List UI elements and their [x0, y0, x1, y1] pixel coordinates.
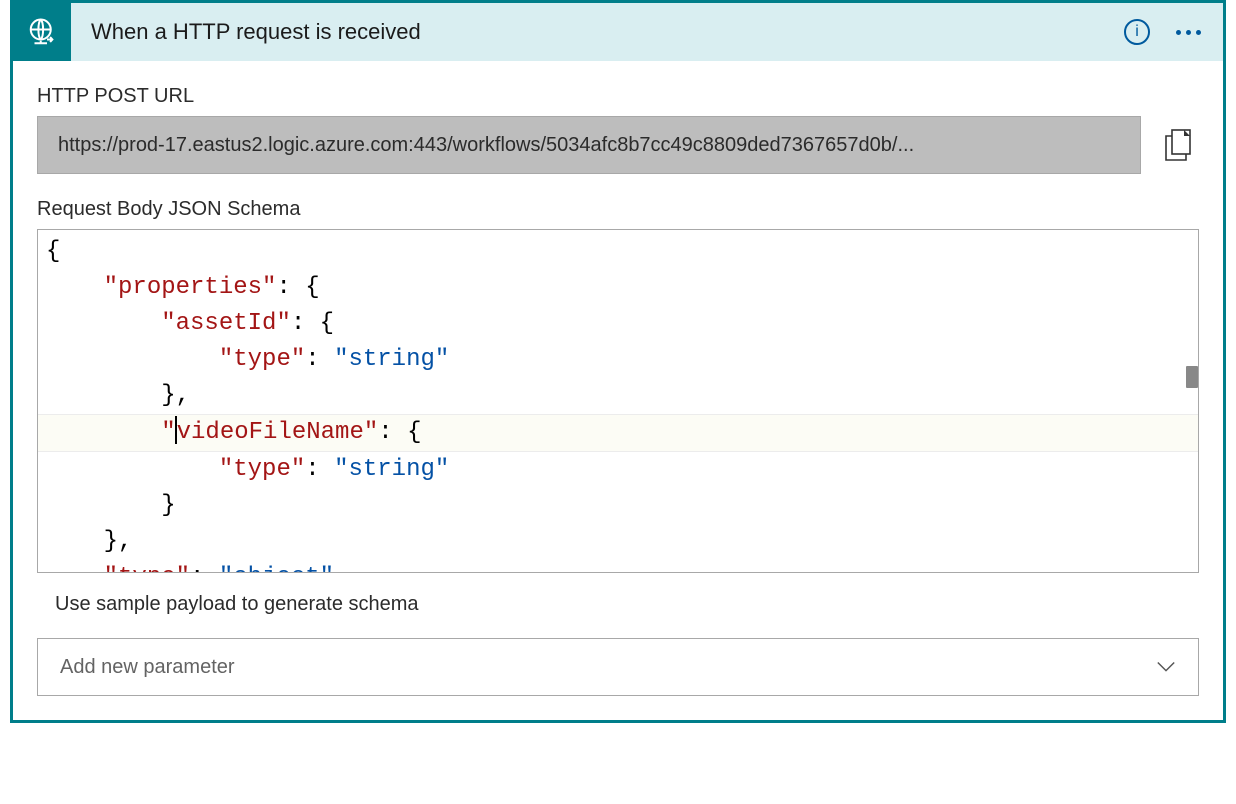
chevron-down-icon [1156, 657, 1176, 677]
json-token: : [190, 564, 219, 573]
json-token: "object" [219, 564, 334, 573]
generate-schema-link[interactable]: Use sample payload to generate schema [37, 573, 1199, 638]
add-new-parameter-dropdown[interactable]: Add new parameter [37, 638, 1199, 696]
more-menu-icon[interactable] [1176, 30, 1201, 35]
url-row: https://prod-17.eastus2.logic.azure.com:… [37, 116, 1199, 174]
url-label: HTTP POST URL [37, 85, 1199, 108]
json-token: "type" [219, 346, 305, 373]
http-request-trigger-card: When a HTTP request is received i HTTP P… [10, 0, 1226, 723]
json-token: : [305, 346, 334, 373]
json-token: } [161, 492, 175, 519]
json-token: : [305, 456, 334, 483]
scrollbar-thumb[interactable] [1186, 366, 1198, 388]
json-token: "type" [104, 564, 190, 573]
card-body: HTTP POST URL https://prod-17.eastus2.lo… [13, 61, 1223, 720]
json-token: : { [378, 419, 421, 446]
json-token: "properties" [104, 274, 277, 301]
json-token: }, [104, 528, 133, 555]
card-title: When a HTTP request is received [91, 19, 1124, 45]
add-param-label: Add new parameter [60, 656, 235, 679]
json-token: { [46, 238, 60, 265]
json-token: "type" [219, 456, 305, 483]
http-post-url-field[interactable]: https://prod-17.eastus2.logic.azure.com:… [37, 116, 1141, 174]
info-icon[interactable]: i [1124, 19, 1150, 45]
globe-icon-box [13, 3, 71, 61]
schema-label: Request Body JSON Schema [37, 198, 1199, 221]
json-token: "string" [334, 346, 449, 373]
card-header: When a HTTP request is received i [13, 3, 1223, 61]
copy-icon[interactable] [1159, 125, 1199, 165]
json-token: }, [161, 382, 190, 409]
json-token: : { [276, 274, 319, 301]
json-token: : { [291, 310, 334, 337]
json-schema-editor[interactable]: { "properties": { "assetId": { "type": "… [37, 229, 1199, 573]
text-cursor [175, 416, 177, 444]
json-token: "assetId" [161, 310, 291, 337]
json-token: "string" [334, 456, 449, 483]
globe-arrow-icon [27, 17, 57, 47]
